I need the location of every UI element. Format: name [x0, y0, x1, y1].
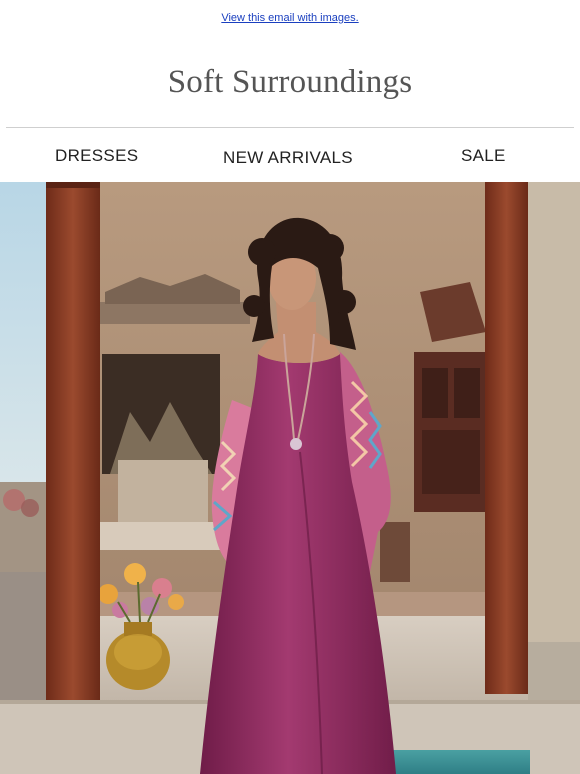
nav-sale[interactable]: SALE	[461, 146, 506, 166]
nav-new-arrivals[interactable]: NEW ARRIVALS	[223, 148, 353, 168]
header-divider	[6, 127, 574, 128]
hero-photo	[0, 182, 580, 774]
hero-image[interactable]	[0, 182, 580, 774]
brand-logo[interactable]: Soft Surroundings	[0, 64, 580, 101]
view-with-images-link[interactable]: View this email with images.	[221, 12, 358, 24]
nav-dresses[interactable]: DRESSES	[55, 146, 138, 166]
preheader: View this email with images.	[0, 12, 580, 24]
